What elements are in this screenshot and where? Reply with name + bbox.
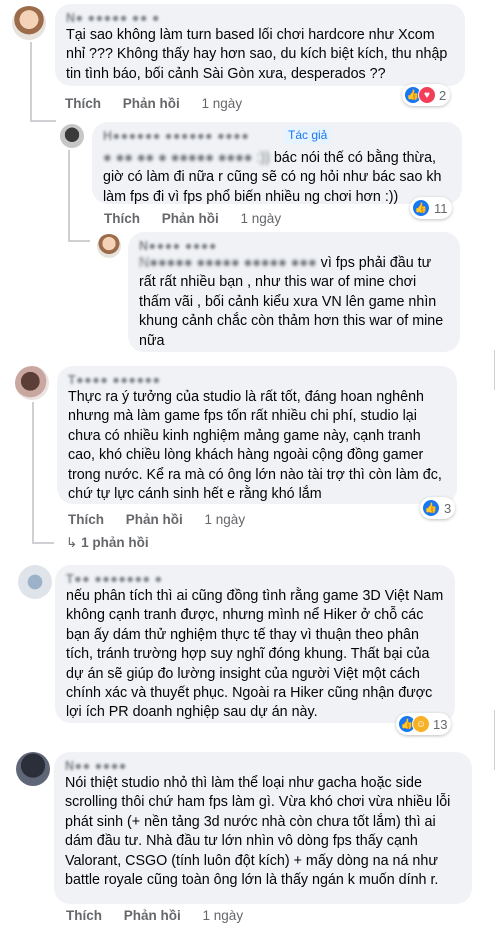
reaction-summary[interactable]: 👍 ♥ 2 <box>402 84 451 106</box>
reaction-count: 2 <box>439 87 447 103</box>
comment-actions: Thích Phản hồi 1 ngày <box>65 95 242 113</box>
like-button[interactable]: Thích <box>66 908 102 923</box>
avatar[interactable] <box>60 124 84 148</box>
comment-bubble: N●●●● ●●●● N●●●●● ●●●●● ●●●●● ●●● vì fps… <box>128 232 460 352</box>
comment-bubble: T●●●● ●●●●●● Thực ra ý tưởng của studio … <box>57 366 457 504</box>
thread-line <box>30 120 56 122</box>
comment-author[interactable]: T●● ●●●●●●● ● <box>66 572 444 587</box>
avatar[interactable] <box>97 234 121 258</box>
thread-line <box>68 150 70 240</box>
timestamp[interactable]: 1 ngày <box>203 908 244 923</box>
reaction-count: 3 <box>444 500 452 516</box>
comment-text: N●●●●● ●●●●● ●●●●● ●●● vì fps phải đầu t… <box>139 254 449 351</box>
comment-text: Thực ra ý tưởng của studio là rất tốt, đ… <box>68 389 442 503</box>
love-reaction-icon: ♥ <box>418 86 436 104</box>
comment-bubble: H●●●●●● ●●●●●● ●●●● Tác giả ● ●● ●● ● ●●… <box>92 122 462 207</box>
avatar[interactable] <box>15 366 49 400</box>
thread-line <box>32 542 54 544</box>
comment-author[interactable]: N● ●●●●● ●● ● <box>66 11 454 26</box>
like-button[interactable]: Thích <box>104 211 140 226</box>
avatar[interactable] <box>18 565 52 599</box>
blurred-prefix: ● ●● ●● ● ●●●●● ●●●● :)) <box>103 150 270 166</box>
reaction-summary[interactable]: 👍 3 <box>420 497 456 519</box>
reaction-count: 13 <box>433 716 448 732</box>
reply-arrow-icon: ↳ <box>66 535 78 550</box>
comment-text: ● ●● ●● ● ●●●●● ●●●● :)) bác nói thế có … <box>103 149 451 207</box>
blurred-prefix: N●●●●● ●●●●● ●●●●● ●●● <box>139 255 317 271</box>
comment-bubble: T●● ●●●●●●● ● nếu phân tích thì ai cũng … <box>55 565 455 723</box>
comment-text: Tại sao không làm turn based lối chơi ha… <box>66 27 448 82</box>
scroll-edge <box>494 710 495 770</box>
author-tag: Tác giả <box>284 127 332 144</box>
timestamp[interactable]: 1 ngày <box>202 96 243 111</box>
like-button[interactable]: Thích <box>65 96 101 111</box>
reaction-summary[interactable]: 👍 11 <box>410 197 452 219</box>
comment-bubble: N● ●●●●● ●● ● Tại sao không làm turn bas… <box>55 4 465 86</box>
comment-text: nếu phân tích thì ai cũng đồng tình rằng… <box>66 588 444 721</box>
comment-author[interactable]: N●● ●●●● <box>65 759 461 774</box>
comment-actions: Thích Phản hồi 1 ngày <box>104 210 281 228</box>
reply-button[interactable]: Phản hồi <box>126 512 183 527</box>
comment-author[interactable]: N●●●● ●●●● <box>139 239 449 254</box>
comment-author[interactable]: T●●●● ●●●●●● <box>68 373 446 388</box>
comment-bubble: N●● ●●●● Nói thiệt studio nhỏ thì làm th… <box>54 752 472 904</box>
comment-author[interactable]: H●●●●●● ●●●●●● ●●●● <box>103 129 283 144</box>
reaction-count: 11 <box>434 200 448 216</box>
view-replies-link[interactable]: ↳ 1 phản hồi <box>66 535 149 551</box>
reply-button[interactable]: Phản hồi <box>162 211 219 226</box>
reply-button[interactable]: Phản hồi <box>124 908 181 923</box>
like-button[interactable]: Thích <box>68 512 104 527</box>
comment-text: Nói thiệt studio nhỏ thì làm thể loại nh… <box>65 775 451 889</box>
thread-line <box>30 42 32 122</box>
comment-actions: Thích Phản hồi 1 ngày <box>68 511 245 529</box>
like-reaction-icon: 👍 <box>422 499 440 517</box>
replies-count-label: 1 phản hồi <box>81 535 149 550</box>
timestamp[interactable]: 1 ngày <box>205 512 246 527</box>
avatar[interactable] <box>16 752 50 786</box>
scroll-edge <box>494 350 495 390</box>
avatar[interactable] <box>12 6 46 40</box>
thread-line <box>68 240 90 242</box>
timestamp[interactable]: 1 ngày <box>241 211 282 226</box>
comment-actions: Thích Phản hồi 1 ngày <box>66 907 243 925</box>
thread-line <box>32 402 34 544</box>
like-reaction-icon: 👍 <box>412 199 430 217</box>
reply-button[interactable]: Phản hồi <box>123 96 180 111</box>
haha-reaction-icon: ☺ <box>412 715 430 733</box>
reaction-summary[interactable]: 👍 ☺ 13 <box>396 713 452 735</box>
